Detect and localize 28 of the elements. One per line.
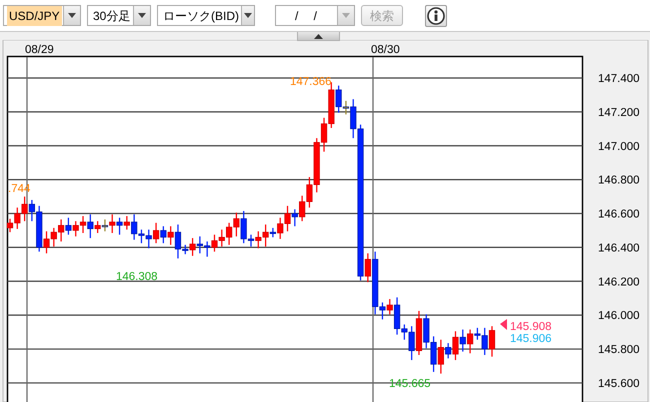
date-label: 08/29 — [25, 44, 54, 56]
ask-price-label: 145.906 — [510, 333, 552, 345]
high-price-label: 147.366 — [290, 76, 332, 88]
low-price-label: 146.308 — [116, 271, 158, 283]
info-button[interactable] — [425, 4, 447, 26]
info-icon — [427, 6, 445, 24]
price-pointer-icon — [500, 319, 507, 330]
bid-price-label: 145.908 — [510, 321, 552, 333]
price-axis-label: 146.400 — [598, 242, 640, 254]
price-axis-label: 146.000 — [598, 310, 640, 322]
caret-icon — [68, 13, 76, 18]
up-arrow-icon — [314, 34, 323, 38]
price-axis-label: 145.800 — [598, 344, 640, 356]
caret-icon — [342, 13, 350, 18]
timeframe-select[interactable]: 30分足 — [87, 5, 151, 26]
price-axis-label: 146.600 — [598, 208, 640, 221]
caret-icon — [138, 13, 146, 18]
price-axis-label: 147.200 — [598, 106, 640, 119]
caret-icon — [244, 13, 252, 18]
price-axis-label: 147.000 — [598, 140, 640, 153]
price-axis-label: 146.800 — [598, 174, 640, 187]
price-axis-label: 145.600 — [598, 378, 640, 390]
price-axis-label: 146.200 — [598, 276, 640, 288]
currency-pair-select[interactable]: USD/JPY — [3, 5, 81, 26]
chart-type-select[interactable]: ローソク(BID) — [157, 5, 255, 26]
date-label: 08/30 — [371, 44, 400, 56]
price-axis-label: 147.400 — [598, 73, 640, 85]
collapse-tab[interactable] — [297, 32, 340, 41]
